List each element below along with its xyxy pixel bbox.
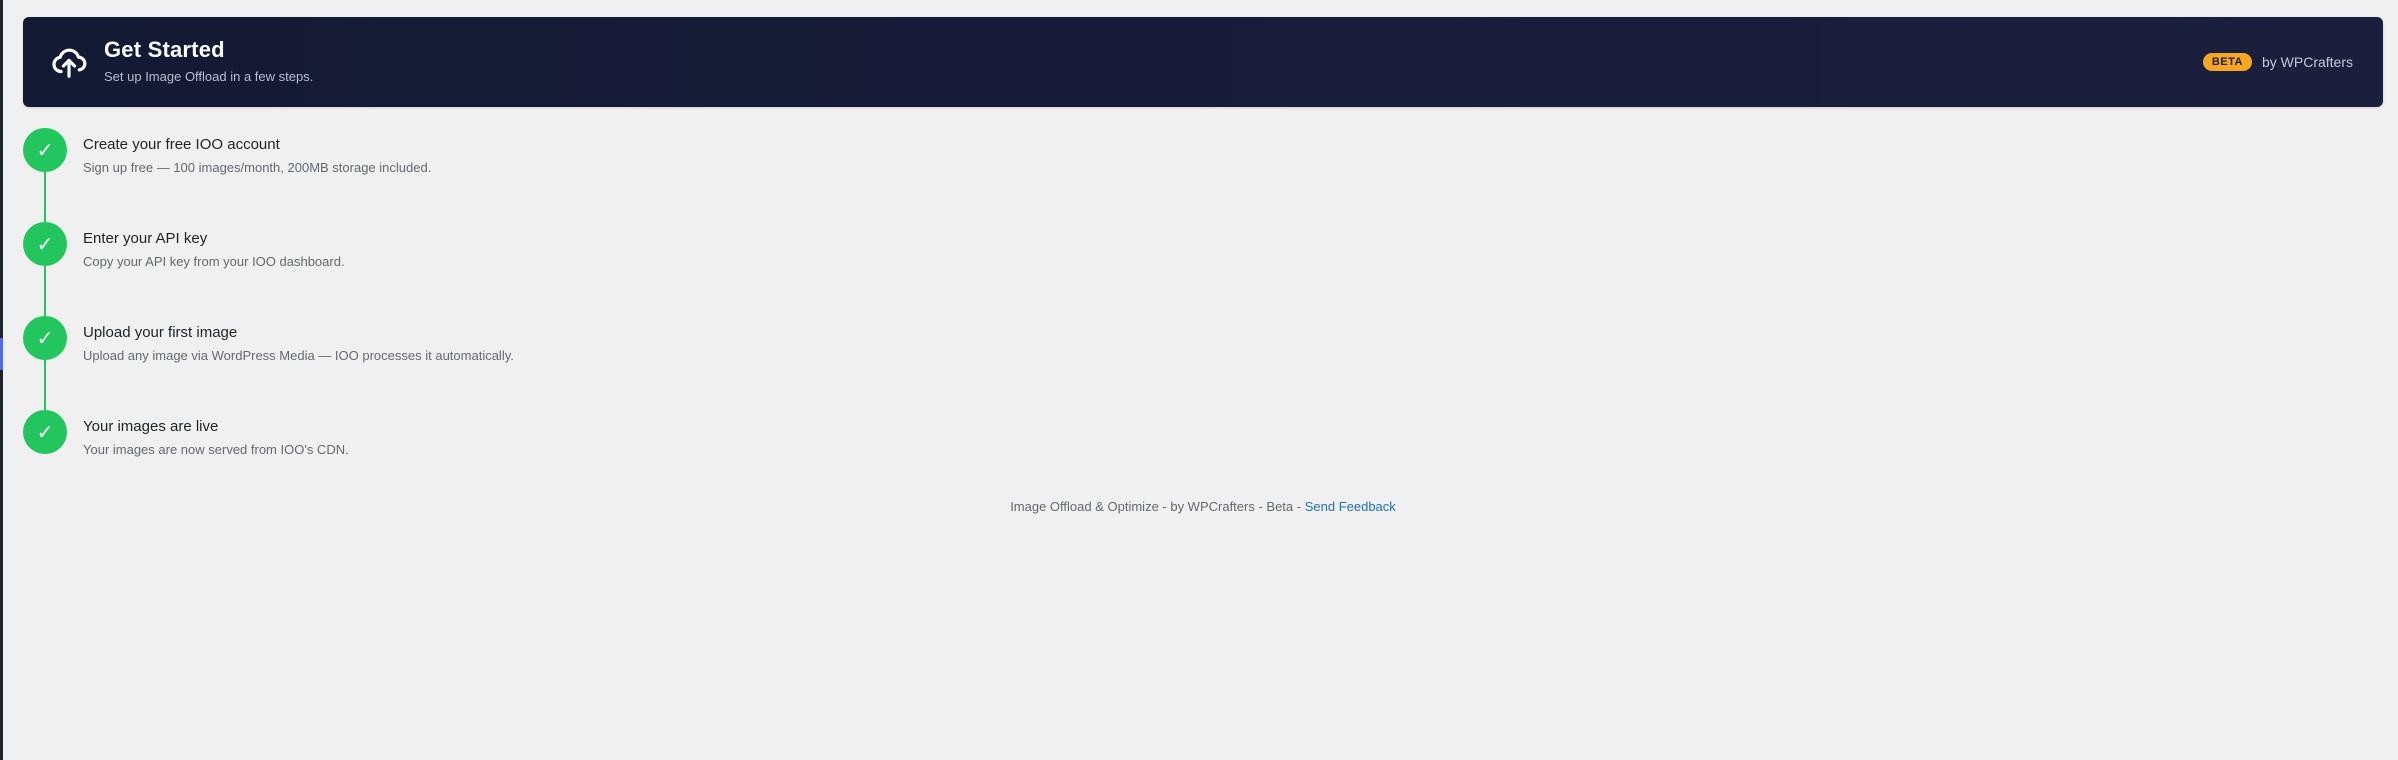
step-title: Upload your first image xyxy=(83,324,238,341)
step-title: Enter your API key xyxy=(83,230,208,247)
step-title: Your images are live xyxy=(83,418,219,435)
step-description: Your images are now served from IOO's CD… xyxy=(83,442,349,457)
page-header: Get Started Set up Image Offload in a fe… xyxy=(23,17,2383,107)
step-connector xyxy=(44,360,46,410)
checkmark-icon: ✓ xyxy=(23,128,67,172)
step-description: Sign up free — 100 images/month, 200MB s… xyxy=(83,160,432,175)
step-connector xyxy=(44,266,46,316)
page-subtitle: Set up Image Offload in a few steps. xyxy=(104,69,314,84)
step-title: Create your free IOO account xyxy=(83,136,280,153)
step-item: ✓ Your images are live Your images are n… xyxy=(23,410,2383,504)
main-container: Get Started Set up Image Offload in a fe… xyxy=(23,17,2383,514)
step-item: ✓ Upload your first image Upload any ima… xyxy=(23,316,2383,410)
step-connector xyxy=(44,172,46,222)
checkmark-icon: ✓ xyxy=(23,410,67,454)
footer-text: Image Offload & Optimize - by WPCrafters… xyxy=(1010,499,1305,514)
beta-badge: BETA xyxy=(2202,53,2252,71)
page-title: Get Started xyxy=(104,37,225,62)
step-description: Copy your API key from your IOO dashboar… xyxy=(83,254,345,269)
send-feedback-link[interactable]: Send Feedback xyxy=(1305,499,1396,514)
left-edge-tab xyxy=(0,338,3,370)
step-item: ✓ Enter your API key Copy your API key f… xyxy=(23,222,2383,316)
cloud-upload-icon xyxy=(50,43,88,81)
checkmark-icon: ✓ xyxy=(23,222,67,266)
step-item: ✓ Create your free IOO account Sign up f… xyxy=(23,128,2383,222)
steps-list: ✓ Create your free IOO account Sign up f… xyxy=(23,128,2383,504)
by-text: by WPCrafters xyxy=(2261,54,2353,70)
header-meta: BETA by WPCrafters xyxy=(2202,53,2353,71)
step-description: Upload any image via WordPress Media — I… xyxy=(83,348,514,363)
footer: Image Offload & Optimize - by WPCrafters… xyxy=(23,499,2383,514)
checkmark-icon: ✓ xyxy=(23,316,67,360)
left-edge-bar xyxy=(0,0,3,760)
